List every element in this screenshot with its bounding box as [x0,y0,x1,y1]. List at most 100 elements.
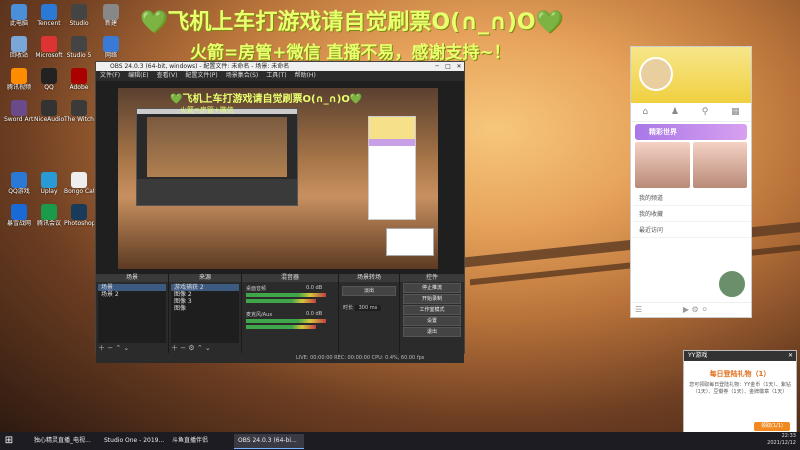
obs-window[interactable]: OBS 24.0.3 (64-bit, windows) - 配置文件: 未命名… [95,61,465,363]
controls-panel: 控件 停止推流 开始录制 工作室模式 设置 退出 [400,274,464,353]
obs-preview-canvas[interactable]: 💚飞机上车打游戏请自觉刷票O(∩_∩)O💚 火箭=房管+微信 [118,88,438,269]
desktop-icon[interactable]: 网络 [96,36,126,59]
close-icon[interactable]: ✕ [788,351,793,361]
notification-popup[interactable]: YY游戏 ✕ 每日登陆礼物（1） 您可领取每日登陆礼物：YY金币（1天）、紫钻（… [683,350,797,436]
app-icon [11,68,27,84]
streamer-thumbnail[interactable] [692,142,747,188]
taskbar-item[interactable]: 独心精灵直播_电视... [30,434,100,448]
app-icon [11,100,27,116]
sources-panel: 来源 游戏捕获 2 图像 2 图像 3 图像 ＋ − ⚙ ⌃ ⌄ [169,274,242,353]
desktop-icon[interactable]: Photoshop [64,204,94,227]
desktop-icon[interactable]: QQ游戏 [4,172,34,195]
menu-edit[interactable]: 编辑(E) [128,71,148,81]
studio-mode-button[interactable]: 工作室模式 [403,305,461,315]
volume-slider[interactable] [246,299,316,303]
scene-item[interactable]: 场景 [98,284,166,291]
app-icon [71,204,87,220]
settings-button[interactable]: 设置 [403,316,461,326]
app-icon [11,4,27,20]
nested-obs-preview [136,108,298,206]
start-recording-button[interactable]: 开始录制 [403,294,461,304]
stop-streaming-button[interactable]: 停止推流 [403,283,461,293]
grid-tab-icon[interactable]: ▦ [731,107,740,117]
audio-meter [246,293,326,297]
desktop-icon-label: Microsoft [35,52,63,59]
desktop-icon[interactable]: 新建 [96,4,126,27]
floating-avatar[interactable] [717,269,747,299]
scene-item[interactable]: 场景 2 [98,291,166,298]
desktop-icon[interactable]: 腾讯视频 [4,68,34,91]
source-item[interactable]: 图像 [171,305,239,312]
desktop-icon[interactable]: NiceAudio [34,100,64,123]
desktop-icon[interactable]: Studio 5 [64,36,94,59]
duration-input[interactable]: 300 ms [354,305,382,311]
desktop-icon[interactable]: Studio [64,4,94,27]
menu-help[interactable]: 帮助(H) [295,71,316,81]
mixer-track-db: 0.0 dB [306,311,323,317]
claim-button[interactable]: 领取(1/1) [754,422,790,431]
close-icon[interactable]: ✕ [454,62,464,71]
desktop-icon[interactable]: Sword Art Online [4,100,34,123]
notification-title: 每日登陆礼物（1） [709,370,771,378]
mixer-track-name: 桌面音频 [246,286,267,292]
desktop-icon[interactable]: 暴雪战网 [4,204,34,227]
exit-button[interactable]: 退出 [403,327,461,337]
streamer-thumbnail[interactable] [635,142,690,188]
stream-overlay-title: 💚飞机上车打游戏请自觉刷票O(∩_∩)O💚 [140,10,564,35]
game-tab-icon[interactable]: ♟ [671,107,679,117]
menu-scene-collection[interactable]: 场景集合(S) [226,71,259,81]
transitions-panel: 场景转场 淡出 时长 300 ms [339,274,400,353]
sources-toolbar[interactable]: ＋ − ⚙ ⌃ ⌄ [171,344,211,352]
minimize-icon[interactable]: ─ [432,62,442,71]
desktop-icon[interactable]: Tencent [34,4,64,27]
app-icon [41,36,57,52]
menu-tools[interactable]: 工具(T) [266,71,286,81]
app-icon [41,4,57,20]
notification-header: YY游戏 ✕ [684,351,796,361]
system-clock[interactable]: 22:33 2021/12/12 [767,433,796,447]
desktop-icon[interactable]: 此电脑 [4,4,34,27]
taskbar-item[interactable]: OBS 24.0.3 (64-bi... [234,434,304,449]
desktop-icon[interactable]: Bongo Cat [64,172,94,195]
scenes-list[interactable]: 场景 场景 2 [98,284,166,343]
sources-list[interactable]: 游戏捕获 2 图像 2 图像 3 图像 [171,284,239,343]
avatar[interactable] [639,57,673,91]
source-item[interactable]: 游戏捕获 2 [171,284,239,291]
taskbar-item[interactable]: Studio One - 2019... [100,434,168,448]
list-item[interactable]: 我的收藏 [631,206,751,222]
desktop-icon-label: Adobe [69,84,89,91]
menu-profile[interactable]: 配置文件(P) [185,71,217,81]
obs-title-bar[interactable]: OBS 24.0.3 (64-bit, windows) - 配置文件: 未命名… [96,62,464,71]
menu-view[interactable]: 查看(V) [157,71,178,81]
desktop-icon[interactable]: 回收站 [4,36,34,59]
desktop-icon[interactable]: Uplay [34,172,64,195]
desktop-icon[interactable]: Microsoft [34,36,64,59]
desktop-icon-label: 回收站 [9,52,28,59]
start-icon[interactable]: ⊞ [2,434,16,448]
transitions-header: 场景转场 [339,274,399,282]
home-tab-icon[interactable]: ⌂ [642,107,648,117]
desktop-icon[interactable]: 腾讯会议 [34,204,64,227]
maximize-icon[interactable]: □ [443,62,453,71]
duration-label: 时长 [343,305,354,311]
source-item[interactable]: 图像 3 [171,298,239,305]
desktop-icon[interactable]: The Witcher 3 [64,100,94,123]
yy-panel[interactable]: ⌂ ♟ ⚲ ▦ 精彩世界 我的频道 我的收藏 最近访问 ☰ ▶ ⚙ ⚪ [630,46,752,318]
app-icon [71,4,87,20]
scenes-toolbar[interactable]: ＋ − ⌃ ⌄ [98,344,129,352]
taskbar-item[interactable]: 斗鱼直播伴侣 [168,434,234,448]
list-item[interactable]: 最近访问 [631,222,751,238]
desktop-icon-label: QQ游戏 [8,188,30,195]
transition-select[interactable]: 淡出 [342,286,396,296]
clock-time: 22:33 [781,433,796,439]
menu-file[interactable]: 文件(F) [100,71,120,81]
app-icon [41,100,57,116]
desktop-icon[interactable]: Adobe [64,68,94,91]
source-item[interactable]: 图像 2 [171,291,239,298]
yy-footer-toolbar[interactable]: ☰ ▶ ⚙ ⚪ [631,302,751,317]
volume-slider[interactable] [246,325,316,329]
yy-banner[interactable]: 精彩世界 [635,124,747,140]
desktop-icon[interactable]: QQ [34,68,64,91]
list-item[interactable]: 我的频道 [631,190,751,206]
search-tab-icon[interactable]: ⚲ [702,107,709,117]
